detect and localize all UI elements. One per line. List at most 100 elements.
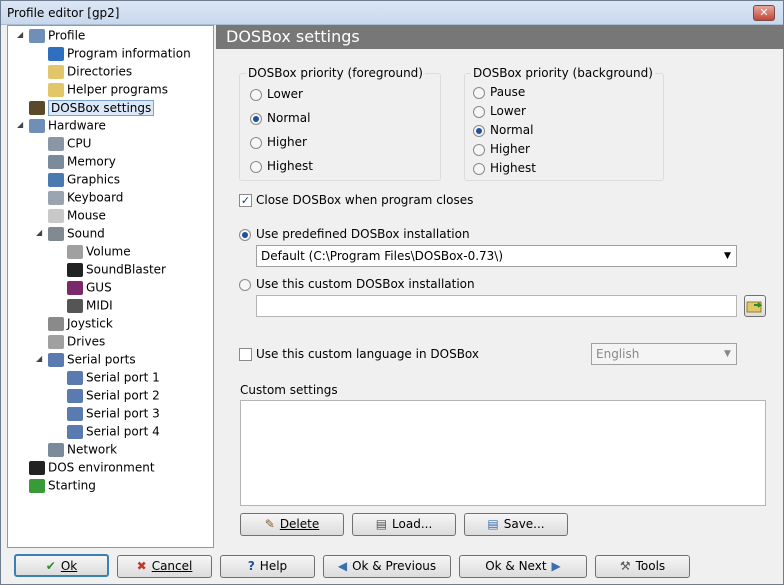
radio-icon	[473, 86, 485, 99]
tools-button[interactable]: ⚒ Tools	[595, 555, 690, 578]
bg-option-pause[interactable]: Pause	[473, 83, 525, 101]
dosbox-settings-panel: DOSBox settings DOSBox priority (foregro…	[216, 25, 784, 548]
radio-icon	[250, 136, 262, 149]
checkbox-icon	[239, 348, 252, 361]
tree-item-joystick[interactable]: Joystick	[48, 314, 113, 332]
save-button[interactable]: ▤ Save...	[464, 513, 568, 536]
fg-option-lower[interactable]: Lower	[250, 85, 303, 103]
speaker-icon	[48, 226, 64, 241]
tree-item-soundblaster[interactable]: SoundBlaster	[67, 260, 166, 278]
terminal-icon	[29, 460, 45, 475]
tree-item-serial-ports[interactable]: ◢ Serial ports	[36, 350, 136, 368]
soundblaster-icon	[67, 262, 83, 277]
tree-item-serial-port-3[interactable]: Serial port 3	[67, 404, 160, 422]
network-icon	[48, 442, 64, 457]
load-button[interactable]: ▤ Load...	[352, 513, 456, 536]
tree-item-label: Starting	[48, 478, 96, 493]
radio-selected-icon	[250, 112, 262, 125]
use-predefined-radio[interactable]: Use predefined DOSBox installation	[239, 225, 470, 243]
tree-item-midi[interactable]: MIDI	[67, 296, 113, 314]
tree-item-gus[interactable]: GUS	[67, 278, 112, 296]
tree-item-directories[interactable]: Directories	[48, 62, 132, 80]
help-button[interactable]: ? Help	[220, 555, 315, 578]
ok-previous-button[interactable]: ◀ Ok & Previous	[323, 555, 451, 578]
tree-item-label: Serial port 3	[86, 406, 160, 421]
delete-button[interactable]: ✎ Delete	[240, 513, 344, 536]
graphics-icon	[48, 172, 64, 187]
bg-option-higher[interactable]: Higher	[473, 140, 530, 158]
ok-next-button[interactable]: Ok & Next ▶	[459, 555, 587, 578]
tree-item-label: Network	[67, 442, 118, 457]
use-custom-install-radio[interactable]: Use this custom DOSBox installation	[239, 275, 475, 293]
fg-option-higher[interactable]: Higher	[250, 133, 307, 151]
fg-option-highest[interactable]: Highest	[250, 157, 313, 175]
serial-port-icon	[67, 370, 83, 385]
profile-tree[interactable]: ◢ Profile Program information Directories He…	[7, 25, 214, 548]
profile-icon	[29, 28, 45, 43]
radio-icon	[239, 278, 251, 291]
hardware-icon	[29, 118, 45, 133]
tree-item-mouse[interactable]: Mouse	[48, 206, 106, 224]
tree-item-cpu[interactable]: CPU	[48, 134, 91, 152]
bg-option-lower[interactable]: Lower	[473, 102, 526, 120]
ok-button[interactable]: ✔ Ok	[14, 554, 109, 577]
info-icon	[48, 46, 64, 61]
tree-item-program-information[interactable]: Program information	[48, 44, 191, 62]
tree-item-drives[interactable]: Drives	[48, 332, 105, 350]
tree-item-volume[interactable]: Volume	[67, 242, 131, 260]
tree-item-label: MIDI	[86, 298, 113, 313]
custom-language-checkbox[interactable]: Use this custom language in DOSBox	[239, 345, 479, 363]
fg-option-normal[interactable]: Normal	[250, 109, 310, 127]
tree-item-label: Sound	[67, 226, 105, 241]
tree-item-label: SoundBlaster	[86, 262, 166, 277]
bg-option-normal[interactable]: Normal	[473, 121, 533, 139]
radio-icon	[250, 160, 262, 173]
serial-port-icon	[48, 352, 64, 367]
expand-arrow-icon[interactable]: ◢	[17, 116, 23, 134]
foreground-priority-group: DOSBox priority (foreground) Lower Norma…	[239, 66, 441, 181]
background-priority-label: DOSBox priority (background)	[471, 66, 655, 80]
arrow-left-icon: ◀	[337, 559, 348, 573]
cancel-button[interactable]: ✖ Cancel	[117, 555, 212, 578]
tools-icon: ⚒	[619, 559, 631, 573]
tree-item-label: DOS environment	[48, 460, 155, 475]
tree-item-label: Helper programs	[67, 82, 168, 97]
tree-item-starting[interactable]: Starting	[29, 476, 96, 494]
tree-item-graphics[interactable]: Graphics	[48, 170, 120, 188]
expand-arrow-icon[interactable]: ◢	[36, 350, 42, 368]
browse-folder-button[interactable]	[744, 295, 766, 317]
tree-item-serial-port-4[interactable]: Serial port 4	[67, 422, 160, 440]
serial-port-icon	[67, 406, 83, 421]
tree-item-serial-port-1[interactable]: Serial port 1	[67, 368, 160, 386]
radio-icon	[250, 88, 262, 101]
gus-icon	[67, 280, 83, 295]
tree-item-label: DOSBox settings	[48, 99, 155, 116]
expand-arrow-icon[interactable]: ◢	[36, 224, 42, 242]
bg-option-highest[interactable]: Highest	[473, 159, 536, 177]
tree-item-label: Serial ports	[67, 352, 136, 367]
tree-item-helper-programs[interactable]: Helper programs	[48, 80, 168, 98]
predefined-installation-select[interactable]: Default (C:\Program Files\DOSBox-0.73\) …	[256, 245, 737, 267]
custom-settings-textarea[interactable]	[240, 400, 766, 506]
tree-item-sound[interactable]: ◢ Sound	[36, 224, 105, 242]
dosbox-icon	[29, 100, 45, 115]
checkmark-icon: ✔	[45, 559, 56, 573]
play-icon	[29, 478, 45, 493]
expand-arrow-icon[interactable]: ◢	[17, 26, 23, 44]
tree-item-label: Profile	[48, 28, 86, 43]
tree-item-dosbox-settings[interactable]: DOSBox settings	[29, 98, 155, 116]
tree-item-memory[interactable]: Memory	[48, 152, 116, 170]
drive-icon	[48, 334, 64, 349]
tree-item-serial-port-2[interactable]: Serial port 2	[67, 386, 160, 404]
tree-item-profile[interactable]: ◢ Profile	[17, 26, 86, 44]
tree-item-dos-environment[interactable]: DOS environment	[29, 458, 155, 476]
close-button[interactable]: ✕	[753, 5, 775, 21]
tree-item-hardware[interactable]: ◢ Hardware	[17, 116, 106, 134]
tree-item-label: GUS	[86, 280, 112, 295]
tree-item-keyboard[interactable]: Keyboard	[48, 188, 123, 206]
custom-install-path-input[interactable]	[256, 295, 737, 317]
cancel-x-icon: ✖	[136, 559, 147, 573]
close-dosbox-checkbox[interactable]: ✓ Close DOSBox when program closes	[239, 191, 473, 209]
tree-item-network[interactable]: Network	[48, 440, 117, 458]
keyboard-icon	[48, 190, 64, 205]
